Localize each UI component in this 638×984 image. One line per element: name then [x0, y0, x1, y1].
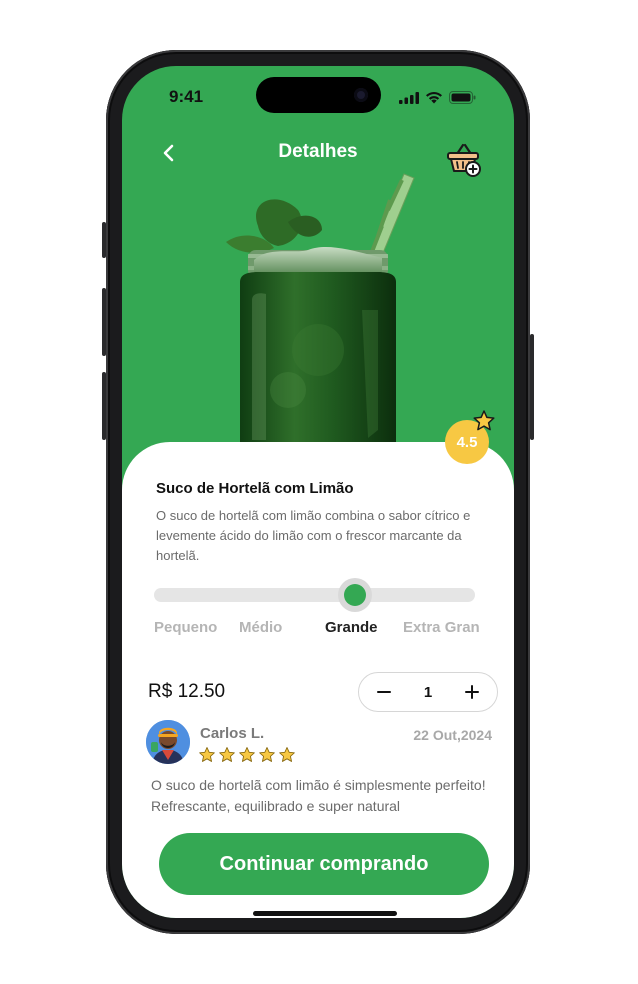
power-button: [530, 334, 534, 440]
review-date: 22 Out,2024: [413, 727, 492, 743]
product-image: [226, 173, 415, 450]
add-to-basket-button[interactable]: [444, 140, 484, 178]
app-screen: 9:41 Detalhes 4.5 Suco de Hortelã com Li…: [122, 66, 514, 918]
quantity-stepper: 1: [358, 672, 498, 712]
decrease-quantity-button[interactable]: [373, 681, 395, 703]
product-price: R$ 12.50: [148, 681, 226, 702]
review-star-icon: [199, 747, 215, 762]
status-time: 9:41: [169, 87, 204, 106]
product-name: Suco de Hortelã com Limão: [156, 480, 354, 497]
minus-icon: [377, 691, 391, 693]
size-option-medio[interactable]: Médio: [239, 619, 282, 636]
reviewer-avatar: [146, 720, 190, 764]
dynamic-island: [256, 77, 381, 113]
reviewer-name: Carlos L.: [200, 725, 265, 742]
size-option-extra-grande[interactable]: Extra Gran: [403, 619, 480, 636]
quantity-value: 1: [423, 683, 433, 701]
plus-icon: [465, 685, 479, 699]
product-description: O suco de hortelã com limão combina o sa…: [156, 508, 471, 563]
review-star-icon: [259, 747, 275, 762]
increase-quantity-button[interactable]: [461, 681, 483, 703]
size-slider-track[interactable]: [154, 588, 475, 602]
continue-shopping-button[interactable]: Continuar comprando: [159, 833, 489, 895]
battery-icon: [449, 91, 476, 104]
wifi-icon: [426, 91, 442, 104]
camera-icon: [354, 88, 368, 102]
person-avatar-icon: [146, 720, 190, 764]
review-text: O suco de hortelã com limão é simplesmen…: [151, 777, 486, 814]
basket-add-icon: [447, 143, 481, 177]
star-icon: [473, 410, 495, 431]
review-star-icon: [279, 747, 295, 762]
review-star-icon: [239, 747, 255, 762]
status-icons: [399, 91, 476, 104]
home-indicator: [253, 911, 397, 916]
size-option-pequeno[interactable]: Pequeno: [154, 619, 217, 636]
signal-icon: [399, 91, 419, 104]
size-option-grande[interactable]: Grande: [325, 619, 378, 636]
review-stars: [198, 746, 296, 764]
size-slider-knob[interactable]: [338, 578, 372, 612]
review-star-icon: [219, 747, 235, 762]
